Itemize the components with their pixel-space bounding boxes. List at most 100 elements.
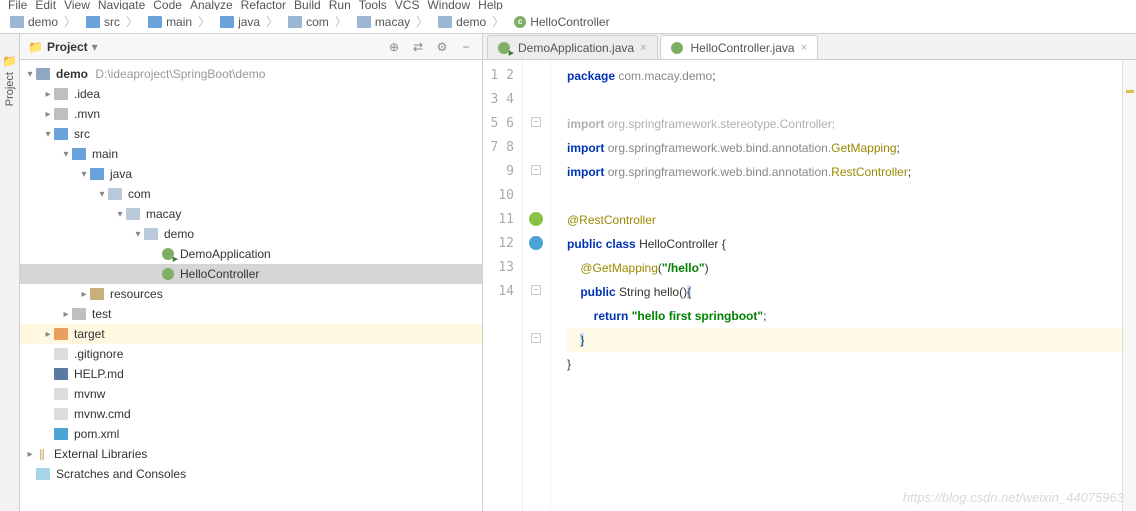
fold-icon[interactable]: −	[531, 165, 541, 175]
class-gutter-icon[interactable]	[529, 236, 543, 250]
tree-label: .idea	[74, 87, 100, 101]
expand-arrow-icon[interactable]: ▾	[114, 209, 126, 220]
code-content[interactable]: package com.macay.demo; import org.sprin…	[551, 60, 1122, 511]
code-line[interactable]	[567, 376, 1122, 400]
menu-item[interactable]: Refactor	[241, 0, 286, 10]
folder-icon	[288, 16, 302, 28]
menu-item[interactable]: Code	[153, 0, 182, 10]
expand-arrow-icon[interactable]: ▸	[60, 309, 72, 320]
tab-label: DemoApplication.java	[518, 41, 634, 55]
menu-item[interactable]: VCS	[395, 0, 420, 10]
expand-icon[interactable]: ⇄	[410, 39, 426, 55]
tree-node[interactable]: ▾ main	[20, 144, 482, 164]
project-view-dropdown-icon[interactable]: ▾	[92, 40, 98, 54]
project-header-title: Project	[47, 40, 88, 54]
menu-item[interactable]: Tools	[359, 0, 387, 10]
menu-item[interactable]: Navigate	[98, 0, 145, 10]
code-line[interactable]: import org.springframework.stereotype.Co…	[567, 112, 1122, 136]
fold-icon[interactable]: −	[531, 117, 541, 127]
tree-external-libs[interactable]: ▸ ⫼ External Libraries	[20, 444, 482, 464]
editor-area: DemoApplication.java × HelloController.j…	[483, 34, 1136, 511]
tree-scratches[interactable]: Scratches and Consoles	[20, 464, 482, 484]
locate-icon[interactable]: ⊕	[386, 39, 402, 55]
tree-node[interactable]: ▸ .mvn	[20, 104, 482, 124]
fold-icon[interactable]: −	[531, 285, 541, 295]
code-line[interactable]	[567, 184, 1122, 208]
tree-root[interactable]: ▾ demo D:\ideaproject\SpringBoot\demo	[20, 64, 482, 84]
tree-node[interactable]: ▾ demo	[20, 224, 482, 244]
code-line[interactable]: }	[567, 328, 1122, 352]
code-line[interactable]: public class HelloController {	[567, 232, 1122, 256]
tree-node[interactable]: ▸ target	[20, 324, 482, 344]
close-tab-icon[interactable]: ×	[640, 42, 646, 54]
warning-marker[interactable]	[1126, 90, 1134, 93]
tree-node[interactable]: mvnw.cmd	[20, 404, 482, 424]
collapse-icon[interactable]: −	[458, 39, 474, 55]
tree-node[interactable]: ▸ .idea	[20, 84, 482, 104]
project-side-tab[interactable]: 📁 Project	[0, 34, 20, 511]
expand-arrow-icon[interactable]: ▸	[42, 89, 54, 100]
tree-node[interactable]: ▸ resources	[20, 284, 482, 304]
editor-tab[interactable]: DemoApplication.java ×	[487, 35, 658, 59]
breadcrumb-item[interactable]: main〉	[144, 13, 216, 30]
code-line[interactable]: return "hello first springboot";	[567, 304, 1122, 328]
menu-item[interactable]: File	[8, 0, 27, 10]
menu-item[interactable]: Run	[329, 0, 351, 10]
expand-arrow-icon[interactable]: ▾	[60, 149, 72, 160]
code-line[interactable]: import org.springframework.web.bind.anno…	[567, 136, 1122, 160]
menu-item[interactable]: Build	[294, 0, 321, 10]
menu-item[interactable]: View	[64, 0, 90, 10]
expand-arrow-icon[interactable]: ▸	[42, 109, 54, 120]
tree-node[interactable]: .gitignore	[20, 344, 482, 364]
run-gutter-icon[interactable]	[529, 212, 543, 226]
code-line[interactable]: import org.springframework.web.bind.anno…	[567, 160, 1122, 184]
tree-node[interactable]: DemoApplication	[20, 244, 482, 264]
tree-node[interactable]: ▸ test	[20, 304, 482, 324]
tree-node[interactable]: ▾ src	[20, 124, 482, 144]
code-line[interactable]: public String hello(){	[567, 280, 1122, 304]
tree-node[interactable]: HelloController	[20, 264, 482, 284]
menu-item[interactable]: Help	[478, 0, 503, 10]
expand-arrow-icon[interactable]: ▾	[78, 169, 90, 180]
code-line[interactable]: @GetMapping("/hello")	[567, 256, 1122, 280]
tree-node[interactable]: mvnw	[20, 384, 482, 404]
tree-node[interactable]: ▾ java	[20, 164, 482, 184]
breadcrumb-item[interactable]: demo〉	[434, 13, 510, 30]
tree-node[interactable]: ▾ macay	[20, 204, 482, 224]
expand-arrow-icon[interactable]: ▾	[42, 129, 54, 140]
code-line[interactable]: @RestController	[567, 208, 1122, 232]
chevron-right-icon: 〉	[335, 13, 347, 30]
watermark-text: https://blog.csdn.net/weixin_44075963	[903, 490, 1124, 505]
settings-gear-icon[interactable]: ⚙	[434, 39, 450, 55]
breadcrumb-item[interactable]: java〉	[216, 13, 284, 30]
fold-icon[interactable]: −	[531, 333, 541, 343]
breadcrumb-item[interactable]: cHelloController	[510, 15, 613, 29]
tree-node[interactable]: HELP.md	[20, 364, 482, 384]
expand-arrow-icon[interactable]: ▾	[96, 189, 108, 200]
editor-tab[interactable]: HelloController.java ×	[660, 35, 819, 59]
menu-item[interactable]: Analyze	[190, 0, 233, 10]
expand-arrow-icon[interactable]: ▾	[24, 69, 36, 80]
expand-arrow-icon[interactable]: ▾	[132, 229, 144, 240]
breadcrumb-item[interactable]: src〉	[82, 13, 144, 30]
breadcrumb-item[interactable]: com〉	[284, 13, 353, 30]
close-tab-icon[interactable]: ×	[801, 42, 807, 54]
tree-node[interactable]: pom.xml	[20, 424, 482, 444]
code-line[interactable]: }	[567, 352, 1122, 376]
breadcrumb-item[interactable]: macay〉	[353, 13, 434, 30]
code-line[interactable]: package com.macay.demo;	[567, 64, 1122, 88]
tree-label: External Libraries	[54, 447, 147, 461]
breadcrumb-label: java	[238, 15, 260, 29]
menu-item[interactable]: Edit	[35, 0, 56, 10]
tree-path: D:\ideaproject\SpringBoot\demo	[92, 67, 265, 81]
code-line[interactable]	[567, 88, 1122, 112]
breadcrumb-item[interactable]: demo〉	[6, 13, 82, 30]
tree-node[interactable]: ▾ com	[20, 184, 482, 204]
expand-arrow-icon[interactable]: ▸	[24, 449, 36, 460]
error-stripe[interactable]	[1122, 60, 1136, 511]
code-editor[interactable]: 1 2 3 4 5 6 7 8 9 10 11 12 13 14 −−−− pa…	[483, 60, 1136, 511]
menu-item[interactable]: Window	[427, 0, 470, 10]
expand-arrow-icon[interactable]: ▸	[78, 289, 90, 300]
tree-label: src	[74, 127, 90, 141]
expand-arrow-icon[interactable]: ▸	[42, 329, 54, 340]
